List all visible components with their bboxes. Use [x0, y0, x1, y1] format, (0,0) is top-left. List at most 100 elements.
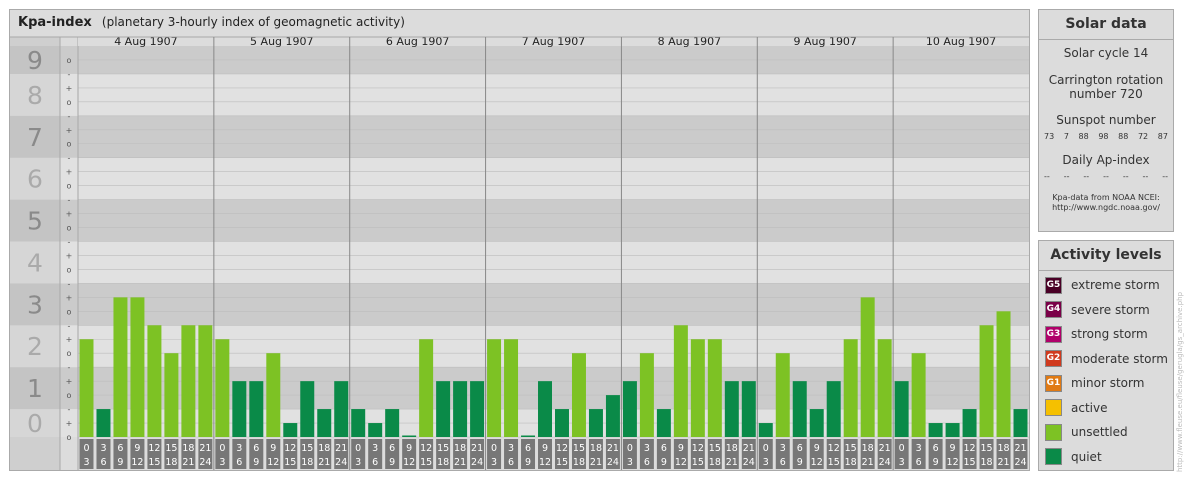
interval-start-label: 15 [573, 443, 585, 454]
activity-level-label: unsettled [1071, 425, 1128, 439]
interval-start-label: 15 [437, 443, 449, 454]
kp-bar [130, 297, 145, 437]
data-credit-line1: Kpa-data from NOAA NCEI: [1052, 193, 1160, 202]
interval-start-label: 6 [117, 443, 123, 454]
y-minor-tick-label: o [67, 349, 72, 358]
kp-bar [962, 409, 977, 437]
interval-end-label: 6 [508, 457, 514, 468]
activity-level-label: active [1071, 400, 1108, 415]
interval-start-label: 15 [980, 443, 992, 454]
sunspot-values: 73 7 88 98 88 72 87 [1039, 132, 1173, 141]
interval-start-label: 18 [454, 443, 466, 454]
interval-end-label: 3 [899, 457, 905, 468]
interval-start-label: 12 [148, 443, 160, 454]
y-tick-label: 1 [27, 374, 43, 403]
solar-data-panel: Solar data Solar cycle 14 Carrington rot… [1038, 9, 1174, 232]
sunspot-value: 7 [1063, 132, 1069, 141]
y-tick-label: 7 [27, 123, 43, 152]
interval-end-label: 24 [607, 457, 619, 468]
interval-end-label: 9 [253, 457, 259, 468]
interval-start-label: 9 [270, 443, 276, 454]
kp-bar [147, 325, 162, 437]
interval-end-label: 6 [100, 457, 106, 468]
kp-bar [894, 381, 909, 437]
interval-end-label: 12 [267, 457, 279, 468]
interval-end-label: 6 [916, 457, 922, 468]
interval-start-label: 18 [318, 443, 330, 454]
activity-level-item: G5 extreme storm [1045, 275, 1160, 295]
interval-start-label: 9 [950, 443, 956, 454]
kp-bar [792, 381, 807, 437]
y-tick-label: 8 [27, 81, 43, 110]
activity-level-label: extreme storm [1071, 278, 1160, 292]
interval-end-label: 15 [148, 457, 160, 468]
kp-bar [181, 325, 196, 437]
activity-level-swatch: G4 [1045, 301, 1062, 318]
activity-level-label: minor storm [1071, 376, 1145, 390]
interval-start-label: 9 [678, 443, 684, 454]
y-tick-label: 6 [27, 165, 43, 194]
interval-end-label: 12 [675, 457, 687, 468]
sunspot-value: 72 [1137, 132, 1149, 141]
ap-value: -- [1083, 172, 1090, 181]
interval-end-label: 15 [964, 457, 976, 468]
interval-end-label: 3 [83, 457, 89, 468]
kp-bar [419, 339, 434, 437]
kp-bar [113, 297, 128, 437]
interval-end-label: 18 [709, 457, 721, 468]
interval-end-label: 24 [335, 457, 347, 468]
sunspot-value: 87 [1157, 132, 1168, 141]
y-minor-tick-label: - [68, 70, 71, 79]
y-tick-label: 4 [27, 248, 43, 277]
interval-start-label: 12 [828, 443, 840, 454]
kp-bar [996, 311, 1011, 437]
kp-bar [249, 381, 264, 437]
interval-end-label: 12 [947, 457, 959, 468]
interval-start-label: 3 [100, 443, 106, 454]
y-minor-tick-label: o [67, 433, 72, 442]
kp-bar [266, 353, 281, 437]
kp-bar [605, 395, 620, 437]
activity-level-item: G4 severe storm [1045, 300, 1150, 320]
kp-bar [317, 409, 332, 437]
y-minor-tick-label: o [67, 224, 72, 233]
interval-end-label: 24 [471, 457, 483, 468]
interval-end-label: 15 [828, 457, 840, 468]
interval-start-label: 0 [219, 443, 225, 454]
interval-end-label: 18 [437, 457, 449, 468]
interval-start-label: 21 [1014, 443, 1026, 454]
kp-bar [521, 435, 536, 437]
level-band [60, 73, 1029, 116]
y-minor-tick-label: o [67, 140, 72, 149]
kp-bar [351, 409, 366, 437]
y-minor-tick-label: + [66, 293, 73, 302]
interval-end-label: 12 [811, 457, 823, 468]
interval-end-label: 15 [556, 457, 568, 468]
kp-bar [877, 339, 892, 437]
interval-start-label: 21 [879, 443, 891, 454]
y-minor-tick-label: o [67, 182, 72, 191]
y-minor-tick-label: - [68, 112, 71, 121]
kp-bar [690, 339, 705, 437]
kp-bar [656, 409, 671, 437]
kp-bar [775, 353, 790, 437]
interval-start-label: 12 [284, 443, 296, 454]
y-minor-tick-label: - [68, 154, 71, 163]
y-tick-label: 2 [27, 332, 43, 361]
carrington-line2: number 720 [1069, 87, 1143, 101]
level-band [60, 157, 1029, 200]
interval-end-label: 18 [573, 457, 585, 468]
ap-title: Daily Ap-index [1062, 153, 1150, 167]
activity-level-item: active [1045, 398, 1107, 418]
interval-start-label: 6 [933, 443, 939, 454]
kp-bar [470, 381, 485, 437]
y-minor-tick-label: - [68, 196, 71, 205]
interval-start-label: 0 [491, 443, 497, 454]
kp-bar [368, 423, 383, 437]
kp-bar [215, 339, 230, 437]
ap-values: -- -- -- -- -- -- -- [1039, 172, 1173, 181]
interval-end-label: 21 [454, 457, 466, 468]
activity-levels-title: Activity levels [1039, 241, 1173, 271]
interval-start-label: 3 [508, 443, 514, 454]
kp-bar [487, 339, 502, 437]
